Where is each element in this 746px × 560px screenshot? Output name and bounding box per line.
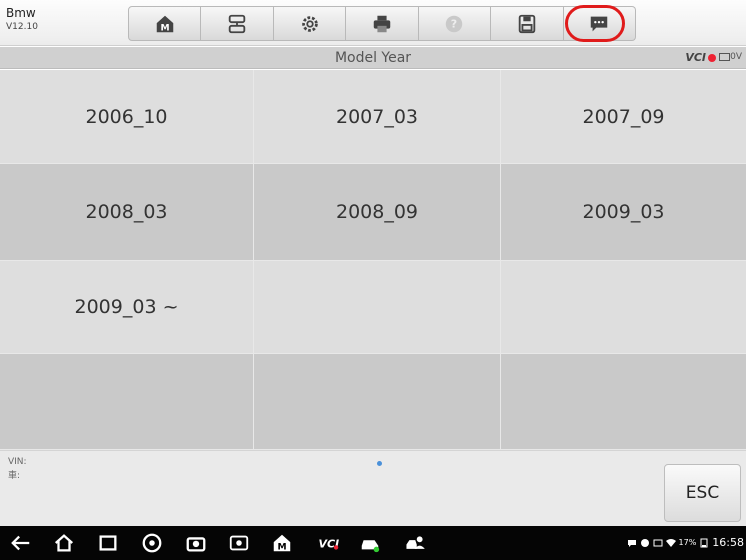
settings-icon: [301, 15, 318, 32]
print-icon: [373, 15, 391, 32]
model-year-option[interactable]: 2008_03: [0, 164, 254, 261]
clock: 16:58: [712, 536, 744, 549]
vci-error-icon: [708, 54, 716, 62]
settings-button[interactable]: [273, 6, 347, 41]
message-button[interactable]: [563, 6, 636, 41]
title-bar: Model Year VCI 0V: [0, 47, 746, 69]
vci-button[interactable]: VCI: [313, 531, 343, 555]
brightness-button[interactable]: [226, 531, 252, 555]
home-button[interactable]: M: [128, 6, 202, 41]
vci-status-label: VCI: [685, 51, 706, 64]
top-toolbar: Bmw V12.10 M ?: [0, 0, 746, 46]
chat-notification-icon: [627, 539, 636, 547]
empty-cell: [501, 261, 746, 354]
footer-bar: VIN: 車: ESC: [0, 450, 746, 526]
browser-icon: [142, 533, 162, 553]
print-button[interactable]: [346, 6, 419, 41]
house-icon: [54, 534, 74, 552]
vehicle-button[interactable]: [357, 531, 383, 555]
empty-cell: [254, 354, 501, 450]
status-area: 17% 16:58: [627, 536, 744, 549]
model-year-option[interactable]: 2009_03: [501, 164, 746, 261]
empty-cell: [0, 354, 254, 450]
remote-support-button[interactable]: [401, 531, 431, 555]
vin-label: VIN:: [8, 457, 27, 467]
model-year-option[interactable]: 2007_03: [254, 70, 501, 164]
model-year-grid: 2006_10 2007_03 2007_09 2008_03 2008_09 …: [0, 70, 746, 450]
car-icon: [361, 540, 380, 553]
svg-text:?: ?: [451, 17, 457, 30]
battery-icon: [719, 53, 730, 61]
help-button[interactable]: ?: [418, 6, 492, 41]
autel-home-button[interactable]: M: [269, 531, 295, 555]
camera-icon: [186, 537, 206, 552]
home-icon: M: [273, 534, 291, 552]
system-nav-bar: M VCI 17% 16:58: [0, 526, 746, 560]
page-title: Model Year: [334, 50, 412, 66]
tool-strip: M ?: [128, 6, 636, 41]
battery-level-icon: [700, 538, 708, 547]
vehicle-swap-button[interactable]: [201, 6, 274, 41]
model-year-option[interactable]: 2007_09: [501, 70, 746, 164]
app-name: Bmw: [6, 6, 36, 20]
vci-icon: VCI: [318, 537, 339, 550]
home-nav-button[interactable]: [51, 531, 77, 555]
remote-support-icon: [406, 536, 425, 549]
brightness-icon: [229, 535, 249, 551]
help-icon: ?: [446, 15, 463, 32]
camera-button[interactable]: [183, 531, 209, 555]
model-year-option[interactable]: 2008_09: [254, 164, 501, 261]
svg-text:M: M: [277, 541, 286, 552]
empty-cell: [501, 354, 746, 450]
notification-icon: [640, 538, 649, 547]
battery-percent: 17%: [678, 538, 697, 547]
back-arrow-icon: [11, 535, 30, 551]
save-button[interactable]: [491, 6, 564, 41]
recent-apps-button[interactable]: [95, 531, 121, 555]
app-version: V12.10: [6, 22, 38, 32]
voltage-readout: 0V: [730, 52, 742, 62]
screen-icon: [653, 539, 663, 546]
browser-button[interactable]: [139, 531, 165, 555]
model-year-option[interactable]: 2009_03 ~: [0, 261, 254, 354]
message-icon: [590, 16, 608, 31]
save-icon: [518, 14, 536, 33]
page-indicator: [377, 461, 382, 466]
recent-apps-icon: [99, 535, 117, 551]
home-icon: M: [156, 15, 173, 33]
esc-button[interactable]: ESC: [664, 464, 741, 522]
empty-cell: [254, 261, 501, 354]
svg-text:M: M: [160, 22, 169, 33]
car-label: 車:: [8, 471, 21, 481]
back-button[interactable]: [8, 531, 34, 555]
model-year-option[interactable]: 2006_10: [0, 70, 254, 164]
vehicle-swap-icon: [228, 14, 246, 33]
wifi-icon: [665, 538, 676, 547]
